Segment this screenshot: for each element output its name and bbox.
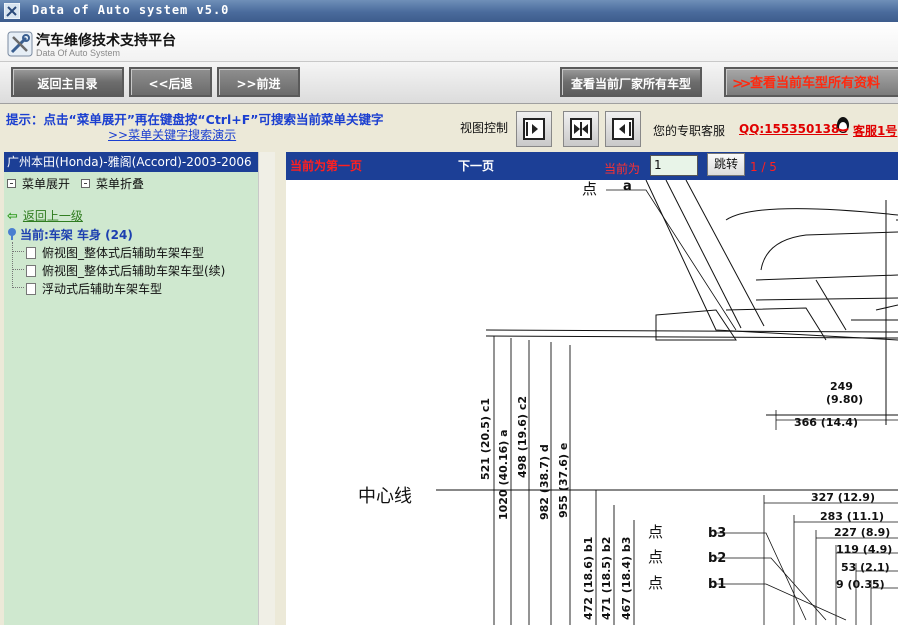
window-title: Data of Auto system v5.0 — [32, 3, 230, 17]
tree-connector — [12, 287, 24, 288]
list-item-label: 浮动式后辅助车架车型 — [42, 282, 163, 296]
menu-collapse-control[interactable]: 菜单折叠 — [81, 175, 144, 192]
folder-pin-icon — [8, 228, 16, 240]
frame-dimension-drawing: 点 a 中心线 点 b3 点 b2 点 b1 521 (20.5) c1 102… — [286, 180, 898, 625]
title-bar: Data of Auto system v5.0 — [0, 0, 898, 22]
pager-bar: 当前为第一页 下一页 当前为 1 跳转 1 / 5 — [286, 152, 898, 180]
app-title-cn: 汽车维修技术支持平台 — [36, 33, 176, 49]
center-line-label: 中心线 — [358, 486, 412, 507]
dimension-label: 467 (18.4) b3 — [620, 537, 633, 620]
dimension-label: 955 (37.6) e — [557, 443, 570, 518]
list-item[interactable]: 俯视图_整体式后辅助车架车型 — [26, 244, 204, 261]
dimension-label: 9 (0.35) — [836, 578, 885, 591]
dimension-label: 249 — [830, 380, 853, 393]
view-all-data-button[interactable]: >> 查看当前车型所有资料 — [724, 67, 898, 97]
menu-scrollbar[interactable] — [258, 152, 275, 625]
tree-connector — [12, 269, 24, 270]
app-title-en: Data Of Auto System — [36, 48, 121, 58]
view-split-button[interactable] — [563, 111, 599, 147]
view-expand-left-button[interactable] — [516, 111, 552, 147]
menu-tree: 广州本田(Honda)-雅阁(Accord)-2003-2006 菜单展开 菜单… — [4, 152, 258, 625]
dimension-label: 366 (14.4) — [794, 416, 858, 429]
point-id: b1 — [708, 577, 726, 592]
back-to-main-button[interactable]: 返回主目录 — [11, 67, 124, 97]
next-page-link[interactable]: 下一页 — [458, 157, 494, 174]
qq-number-link[interactable]: QQ:1553501388 — [739, 122, 848, 136]
point-label: 点 — [648, 548, 663, 566]
document-icon — [26, 247, 36, 259]
dimension-label: 283 (11.1) — [820, 510, 884, 523]
point-id: a — [623, 180, 632, 194]
model-title: 广州本田(Honda)-雅阁(Accord)-2003-2006 — [4, 152, 258, 172]
collapse-box-icon — [81, 179, 90, 188]
current-category: 当前:车架 车身 (24) — [7, 226, 133, 243]
point-label: 点 — [648, 574, 663, 592]
dimension-label: 982 (38.7) d — [538, 444, 551, 520]
first-page-indicator: 当前为第一页 — [290, 159, 363, 173]
menu-expand-label: 菜单展开 — [22, 177, 71, 191]
dimension-label: 53 (2.1) — [841, 561, 890, 574]
page-number-input[interactable]: 1 — [650, 155, 698, 176]
document-icon — [26, 265, 36, 277]
app-header: 汽车维修技术支持平台 Data Of Auto System — [0, 22, 898, 62]
dimension-label: 521 (20.5) c1 — [479, 398, 492, 480]
view-control-label: 视图控制 — [460, 121, 509, 135]
dimension-label: 498 (19.6) c2 — [516, 396, 529, 478]
tips-row: 提示：点击“菜单展开”再在键盘按“Ctrl+F”可搜索当前菜单关键字 >>菜单关… — [0, 104, 898, 152]
document-icon — [26, 283, 36, 295]
arrow-left-icon — [619, 122, 631, 136]
green-back-arrow-icon: ⇦ — [7, 209, 18, 224]
drawing-svg: 点 a 中心线 点 b3 点 b2 点 b1 521 (20.5) c1 102… — [286, 180, 898, 625]
dimension-label: 119 (4.9) — [836, 543, 892, 556]
list-item[interactable]: 俯视图_整体式后辅助车架车型(续) — [26, 262, 225, 279]
point-label: 点 — [648, 523, 663, 541]
dimension-label: 327 (12.9) — [811, 491, 875, 504]
list-item[interactable]: 浮动式后辅助车架车型 — [26, 280, 162, 297]
tree-connector — [12, 251, 24, 252]
dimension-label: 472 (18.6) b1 — [582, 537, 595, 620]
back-up-level-link[interactable]: ⇦ 返回上一级 — [7, 207, 83, 224]
qq-penguin-icon — [837, 117, 849, 133]
back-up-level-label: 返回上一级 — [22, 209, 83, 223]
split-arrows-icon — [574, 122, 588, 136]
menu-expand-control[interactable]: 菜单展开 — [7, 175, 70, 192]
tools-logo-icon — [7, 31, 33, 57]
page-count: 1 / 5 — [750, 160, 777, 174]
dimension-label: 227 (8.9) — [834, 526, 890, 539]
dimension-label: (9.80) — [826, 393, 863, 406]
point-id: b3 — [708, 526, 726, 541]
tree-connector — [12, 242, 13, 288]
view-expand-right-button[interactable] — [605, 111, 641, 147]
view-all-models-button[interactable]: 查看当前厂家所有车型 — [560, 67, 702, 97]
service-label: 您的专职客服 — [653, 124, 726, 138]
menu-collapse-label: 菜单折叠 — [96, 177, 145, 191]
list-item-label: 俯视图_整体式后辅助车架车型(续) — [42, 264, 226, 278]
service-1-link[interactable]: 客服1号 — [853, 122, 897, 139]
back-button[interactable]: <<后退 — [129, 67, 212, 97]
current-page-label: 当前为 — [604, 162, 641, 176]
dimension-label: 1020 (40.16) a — [497, 429, 510, 520]
jump-button[interactable]: 跳转 — [707, 153, 745, 176]
expand-box-icon — [7, 179, 16, 188]
document-viewer: 当前为第一页 下一页 当前为 1 跳转 1 / 5 点 a 中心线 点 b3 点… — [286, 152, 898, 625]
menu-panel: 广州本田(Honda)-雅阁(Accord)-2003-2006 菜单展开 菜单… — [0, 152, 278, 625]
list-item-label: 俯视图_整体式后辅助车架车型 — [42, 246, 205, 260]
point-label: 点 — [582, 180, 597, 198]
arrow-right-icon — [526, 122, 538, 136]
toolbar: 返回主目录 <<后退 >>前进 查看当前厂家所有车型 >> 查看当前车型所有资料 — [0, 62, 898, 104]
current-category-label: 当前:车架 车身 (24) — [20, 228, 133, 242]
search-demo-link[interactable]: >>菜单关键字搜索演示 — [108, 126, 236, 143]
view-all-data-label: 查看当前车型所有资料 — [750, 76, 881, 91]
forward-button[interactable]: >>前进 — [217, 67, 300, 97]
app-icon — [4, 3, 20, 19]
dimension-label: 471 (18.5) b2 — [600, 537, 613, 620]
point-id: b2 — [708, 551, 726, 566]
double-chevron-icon: >> — [732, 76, 752, 92]
